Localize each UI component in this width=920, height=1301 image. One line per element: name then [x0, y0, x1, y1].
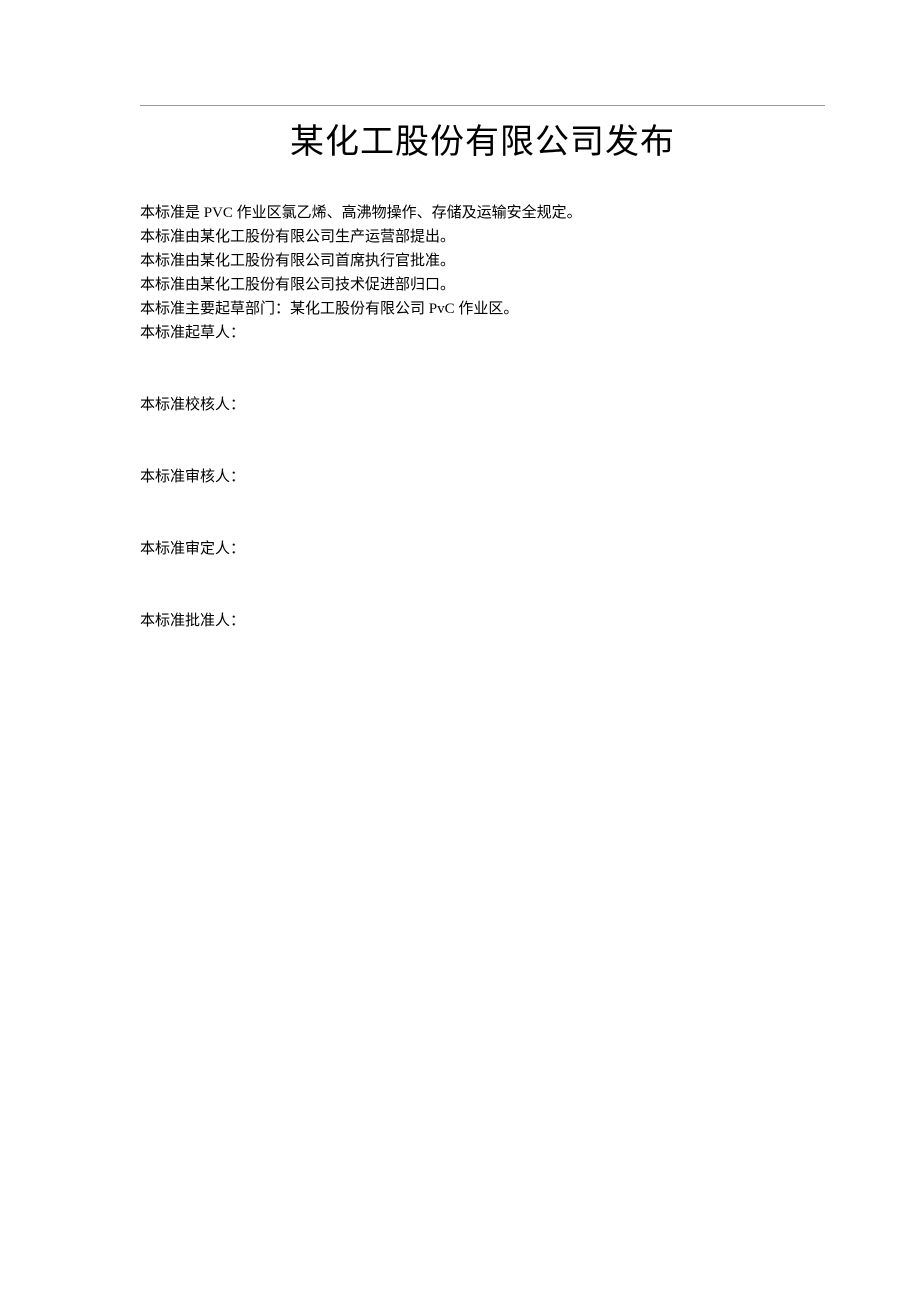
- spacer: [140, 489, 825, 537]
- standard-final-approver: 本标准批准人：: [140, 609, 825, 633]
- spacer: [140, 345, 825, 393]
- standard-drafting-dept: 本标准主要起草部门：某化工股份有限公司 PvC 作业区。: [140, 297, 825, 321]
- standard-description: 本标准是 PVC 作业区氯乙烯、高沸物操作、存储及运输安全规定。: [140, 201, 825, 225]
- standard-evaluator: 本标准审定人：: [140, 537, 825, 561]
- standard-reviewer: 本标准审核人：: [140, 465, 825, 489]
- spacer: [140, 417, 825, 465]
- standard-approver: 本标准由某化工股份有限公司首席执行官批准。: [140, 249, 825, 273]
- document-title: 某化工股份有限公司发布: [140, 114, 825, 163]
- document-page: 某化工股份有限公司发布 本标准是 PVC 作业区氯乙烯、高沸物操作、存储及运输安…: [0, 0, 920, 633]
- standard-proposer: 本标准由某化工股份有限公司生产运营部提出。: [140, 225, 825, 249]
- horizontal-divider: [140, 105, 825, 106]
- standard-drafter: 本标准起草人：: [140, 321, 825, 345]
- standard-department: 本标准由某化工股份有限公司技术促进部归口。: [140, 273, 825, 297]
- standard-checker: 本标准校核人：: [140, 393, 825, 417]
- spacer: [140, 561, 825, 609]
